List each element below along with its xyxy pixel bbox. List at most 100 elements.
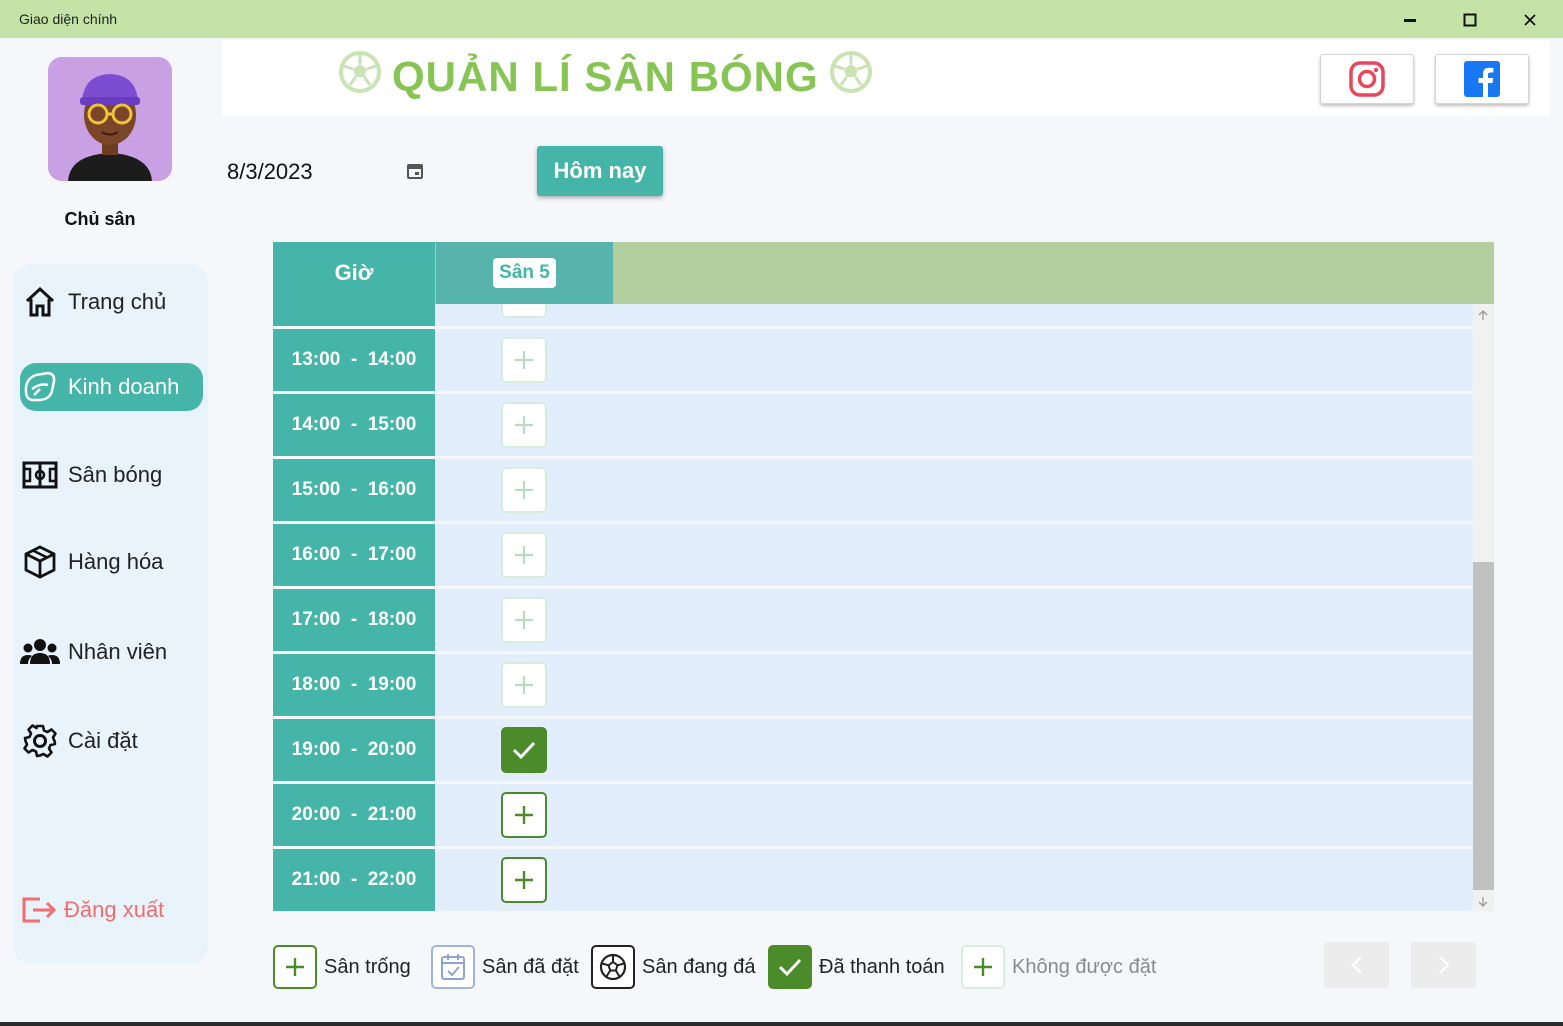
window-title: Giao diện chính [19,11,118,27]
slot-cell [436,784,1473,846]
court-column-header[interactable]: Sân 5 [436,242,613,304]
sidebar-item-staff[interactable]: Nhân viên [20,628,204,676]
gear-icon [20,721,60,761]
maximize-button[interactable] [1450,6,1490,34]
slot-cell [436,654,1473,716]
instagram-button[interactable] [1320,54,1414,104]
time-slot-label: 21:00 - 22:00 [273,849,435,911]
legend-label: Sân trống [324,955,411,978]
time-slot-label: 14:00 - 15:00 [273,394,435,456]
check-icon [768,945,812,989]
slot-disabled-button[interactable] [501,532,547,578]
sidebar-item-settings[interactable]: Cài đặt [20,717,204,765]
home-icon [20,282,60,322]
slot-empty-button[interactable] [501,857,547,903]
plus-icon [515,416,533,434]
scroll-down-icon[interactable] [1477,896,1489,908]
table-row: 13:00 - 14:00 [273,329,1473,391]
sidebar-item-label: Nhân viên [68,639,168,664]
sidebar-item-fields[interactable]: Sân bóng [20,451,204,499]
slot-disabled-button[interactable] [501,304,547,318]
slot-cell [436,524,1473,586]
slot-cell [436,394,1473,456]
next-page-button[interactable] [1411,942,1476,988]
plus-icon [515,676,533,694]
schedule-table: 13:00 - 14:00 14:00 - 15:00 15:00 - 16:00 1… [273,304,1494,911]
slot-disabled-button[interactable] [501,402,547,448]
logout-icon [20,895,58,925]
time-slot-label: 20:00 - 21:00 [273,784,435,846]
soccer-ball-icon [591,945,635,989]
slot-cell [436,849,1473,911]
owner-label: Chủ sân [64,209,136,229]
field-icon [20,455,60,495]
sidebar-item-goods[interactable]: Hàng hóa [20,538,204,586]
slot-cell [436,589,1473,651]
avatar [48,57,172,181]
slot-disabled-button[interactable] [501,467,547,513]
slot-empty-button[interactable] [501,792,547,838]
date-picker-input[interactable]: 8/3/2023 [227,155,427,189]
legend-playing: Sân đang đá [591,944,755,990]
time-slot-label: 16:00 - 17:00 [273,524,435,586]
close-button[interactable] [1510,6,1550,34]
plus-icon [515,806,533,824]
scrollbar-thumb[interactable] [1473,562,1494,890]
table-row: 21:00 - 22:00 [273,849,1473,911]
table-row: 19:00 - 20:00 [273,719,1473,781]
app-title: QUẢN LÍ SÂN BÓNG [338,50,873,104]
sidebar-item-label: Hàng hóa [68,549,164,574]
minimize-button[interactable] [1390,6,1430,34]
sidebar-item-business[interactable]: Kinh doanh [20,363,203,411]
slot-cell [436,329,1473,391]
people-icon [20,632,60,672]
business-icon [20,367,60,407]
table-row: 14:00 - 15:00 [273,394,1473,456]
plus-icon [515,871,533,889]
time-slot-label: 18:00 - 19:00 [273,654,435,716]
chevron-right-icon [1438,956,1450,974]
app-title-text: QUẢN LÍ SÂN BÓNG [392,53,819,100]
legend-label: Sân đã đặt [482,955,579,978]
prev-page-button[interactable] [1324,942,1389,988]
slot-cell [436,304,1473,326]
hour-column-header: Giờ [273,242,435,304]
legend-paid: Đã thanh toán [768,944,945,990]
table-row: 17:00 - 18:00 [273,589,1473,651]
facebook-icon [1464,61,1500,97]
plus-icon [961,945,1005,989]
close-icon [1524,14,1536,26]
slot-cell [436,459,1473,521]
today-button[interactable]: Hôm nay [537,146,663,196]
calendar-icon[interactable] [406,162,424,185]
time-slot-label: 19:00 - 20:00 [273,719,435,781]
sidebar-item-label: Trang chủ [68,289,167,314]
time-slot-label: 13:00 - 14:00 [273,329,435,391]
slot-disabled-button[interactable] [501,597,547,643]
legend-empty: Sân trống [273,944,411,990]
facebook-button[interactable] [1435,54,1529,104]
scroll-up-icon[interactable] [1477,309,1489,321]
calendar-check-icon [431,945,475,989]
chevron-left-icon [1350,956,1362,974]
slot-paid-button[interactable] [501,727,547,773]
sidebar-item-label: Kinh doanh [68,374,180,399]
table-row: 15:00 - 16:00 [273,459,1473,521]
legend-label: Sân đang đá [642,955,756,978]
bottom-border [0,1022,1563,1026]
box-icon [20,542,60,582]
logout-button[interactable]: Đăng xuất [20,895,164,925]
sidebar-item-home[interactable]: Trang chủ [20,278,204,326]
legend-booked: Sân đã đặt [431,944,579,990]
table-row: 20:00 - 21:00 [273,784,1473,846]
table-row [273,304,1473,326]
plus-icon [273,945,317,989]
time-slot-label: 15:00 - 16:00 [273,459,435,521]
minimize-icon [1404,19,1416,22]
legend-label: Không được đặt [1012,955,1157,978]
plus-icon [515,611,533,629]
slot-disabled-button[interactable] [501,337,547,383]
court-name-label: Sân 5 [493,258,556,288]
soccer-ball-icon [829,50,873,104]
slot-disabled-button[interactable] [501,662,547,708]
